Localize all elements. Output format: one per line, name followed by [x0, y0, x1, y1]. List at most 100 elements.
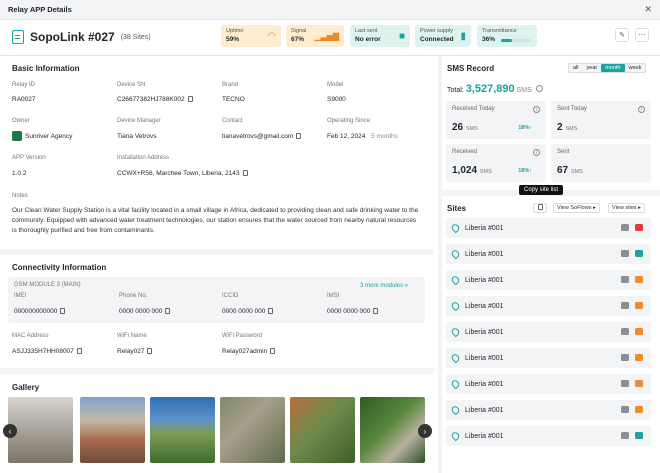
brand-label: Brand	[222, 82, 239, 88]
site-name: Liberia #001	[465, 406, 504, 414]
contact-text: tianavetrovs@gmail.com	[222, 133, 294, 140]
site-row[interactable]: Liberia #001	[446, 270, 651, 290]
card-value: 2 SMS	[557, 122, 577, 133]
site-row[interactable]: Liberia #001	[446, 244, 651, 264]
site-row[interactable]: Liberia #001	[446, 400, 651, 420]
cloud-icon	[621, 250, 629, 257]
iccid-text: 0000 0000 000	[222, 308, 266, 315]
gallery-image[interactable]	[220, 397, 285, 463]
card-trend: 18%↑	[518, 125, 532, 131]
gallery-next-button[interactable]: ›	[418, 424, 432, 438]
view-sites-button[interactable]: View sites ▸	[608, 203, 645, 213]
site-row[interactable]: Liberia #001	[446, 426, 651, 446]
stat-label: Signal	[291, 28, 307, 34]
gallery-image[interactable]	[8, 397, 73, 463]
address-value: CCWX+R56, Marchee Town, Liberia, 2143	[117, 170, 248, 177]
cloud-icon	[621, 432, 629, 439]
site-name: Liberia #001	[465, 250, 504, 258]
operating-value: Feb 12, 2024 5 months	[327, 133, 398, 140]
close-icon[interactable]: ✕	[644, 4, 652, 15]
gallery-image[interactable]	[150, 397, 215, 463]
card-unit: SMS	[479, 169, 492, 175]
copy-icon[interactable]	[296, 133, 302, 139]
gallery-image[interactable]	[360, 397, 425, 463]
copy-icon[interactable]	[242, 170, 248, 176]
received-today-card: Received Today i 26 SMS 18%↑	[446, 101, 546, 139]
cloud-icon	[621, 224, 629, 231]
card-unit: SMS	[570, 169, 583, 175]
status-icon	[635, 276, 643, 283]
address-text: CCWX+R56, Marchee Town, Liberia, 2143	[117, 170, 240, 177]
iccid-value: 0000 0000 000	[222, 308, 274, 315]
copy-icon[interactable]	[60, 308, 66, 314]
card-label: Received	[452, 149, 478, 155]
wifi-pass-label: WiFi Password	[222, 333, 263, 339]
imei-value: 000000000000	[14, 308, 66, 315]
info-icon[interactable]: i	[638, 106, 645, 113]
mac-text: ASJJ335H7HH08007	[12, 348, 74, 355]
site-row[interactable]: Liberia #001	[446, 374, 651, 394]
stat-value: Connected	[420, 36, 454, 43]
status-icon	[635, 224, 643, 231]
copy-icon	[537, 204, 543, 210]
cloud-icon	[621, 328, 629, 335]
address-label: Installation Address	[117, 155, 170, 161]
copy-sites-button[interactable]	[533, 203, 547, 213]
wifi-icon: ◠	[267, 30, 276, 42]
gallery-prev-button[interactable]: ‹	[3, 424, 17, 438]
period-selector: all year month week	[568, 63, 647, 73]
copy-icon[interactable]	[187, 96, 193, 102]
gallery-image[interactable]	[290, 397, 355, 463]
site-row[interactable]: Liberia #001	[446, 348, 651, 368]
copy-icon[interactable]	[165, 308, 171, 314]
title-bar: Relay APP Details ✕	[0, 0, 660, 20]
site-row[interactable]: Liberia #001	[446, 322, 651, 342]
copy-icon[interactable]	[270, 348, 276, 354]
card-value: 1,024 SMS	[452, 165, 492, 176]
sms-record-title: SMS Record	[447, 64, 495, 73]
period-month[interactable]: month	[601, 64, 625, 72]
copy-icon[interactable]	[268, 308, 274, 314]
status-icon	[635, 250, 643, 257]
notes-label: Notes	[12, 193, 28, 199]
info-icon[interactable]	[535, 85, 543, 92]
iccid-label: ICCID	[222, 293, 239, 299]
period-all[interactable]: all	[569, 64, 583, 72]
imei-label: IMEI	[14, 293, 27, 299]
operating-label: Operating Since	[327, 118, 371, 124]
cloud-icon	[621, 302, 629, 309]
info-icon[interactable]: i	[533, 106, 540, 113]
card-value: 26 SMS	[452, 122, 478, 133]
gallery-image[interactable]	[80, 397, 145, 463]
cloud-icon	[621, 354, 629, 361]
location-pin-icon	[450, 352, 461, 364]
section-separator	[0, 249, 434, 255]
battery-icon: ▮	[460, 30, 466, 42]
period-week[interactable]: week	[625, 64, 646, 72]
total-label: Total:	[447, 87, 464, 94]
site-count: (38 Sites)	[120, 33, 151, 41]
sent-card: Sent 67 SMS	[551, 144, 651, 182]
status-icon	[635, 380, 643, 387]
location-pin-icon	[450, 404, 461, 416]
info-icon[interactable]: i	[533, 149, 540, 156]
model-value: S9000	[327, 96, 346, 103]
device-sn-value: C26677382HJ788K002	[117, 96, 193, 103]
site-row[interactable]: Liberia #001	[446, 218, 651, 238]
copy-icon[interactable]	[147, 348, 153, 354]
more-modules-link[interactable]: 3 more modules »	[360, 283, 408, 289]
manager-value: Tiana Vetrovs	[117, 133, 157, 140]
cloud-icon	[621, 276, 629, 283]
period-year[interactable]: year	[583, 64, 602, 72]
more-button[interactable]: ⋯	[635, 28, 649, 42]
brand-value: TECNO	[222, 96, 245, 103]
copy-icon[interactable]	[373, 308, 379, 314]
owner-label: Owner	[12, 118, 30, 124]
relay-id-value: RA0027	[12, 96, 36, 103]
view-flows-button[interactable]: View SoFlows ▸	[553, 203, 600, 213]
card-number: 2	[557, 122, 563, 133]
copy-icon[interactable]	[76, 348, 82, 354]
edit-button[interactable]: ✎	[615, 28, 629, 42]
owner-value[interactable]: Sunriver Agency	[12, 131, 72, 141]
site-row[interactable]: Liberia #001	[446, 296, 651, 316]
